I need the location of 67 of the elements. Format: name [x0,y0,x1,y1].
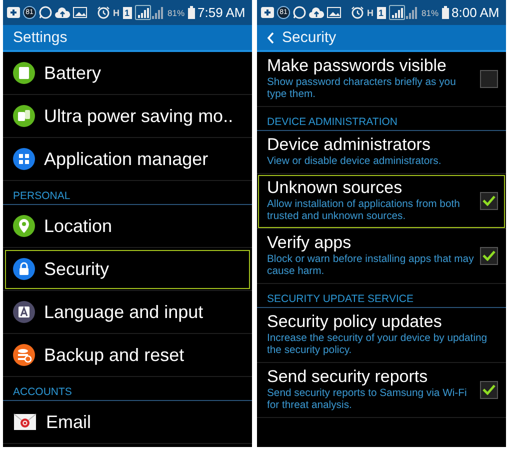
screen-title: Settings [13,29,68,46]
settings-item[interactable]: Backup and reset [3,334,252,377]
image-icon [73,7,87,18]
alarm-icon [97,6,110,19]
settings-item[interactable]: Make passwords visible Show password characters briefly as you type them. [257,52,506,107]
signal-icon [388,5,418,20]
setting-title: Send security reports [267,367,429,387]
setting-title: Device administrators [267,135,432,155]
settings-item[interactable]: Security policy updates Increase the security of your device by updating the security policy. [257,308,506,363]
checkbox[interactable] [480,192,498,210]
setting-summary: View or disable device administrators. [267,156,442,168]
settings-item[interactable]: Language and input [3,291,252,334]
setting-summary: Block or warn before installing apps that may cause harm. [267,254,474,278]
keyboard-letter-icon [13,301,35,323]
network-type: H [367,8,374,18]
setting-title: Security policy updates [267,312,443,332]
chat-icon [293,6,306,19]
battery-icon [188,6,195,19]
setting-summary: Show password characters briefly as you type them. [267,77,457,101]
cloud-upload-icon [55,7,70,18]
lock-icon [13,258,35,280]
backup-icon [13,344,35,366]
checkbox[interactable] [480,70,498,88]
section-header: ACCOUNTS [3,377,252,401]
setting-title: Verify apps [267,233,352,253]
setting-summary: Increase the security of your device by updating the security policy. [267,333,488,357]
settings-item[interactable]: Application manager [3,138,252,181]
settings-item[interactable]: Email [3,401,252,444]
section-header: SECURITY UPDATE SERVICE [257,284,506,308]
power-saving-icon [13,105,35,127]
battery-percent: 81% [422,8,439,18]
sim-indicator: 1 [122,6,132,18]
network-type: H [113,8,120,18]
battery-icon [13,62,35,84]
settings-item[interactable]: Ultra power saving mo.. [3,95,252,138]
screen-title: Security [282,29,336,46]
battery-icon [442,6,449,19]
settings-item[interactable]: Location [3,205,252,248]
setting-summary: Send security reports to Samsung via Wi-Fi for threat analysis. [267,388,468,412]
alarm-icon [351,6,364,19]
cloud-upload-icon [309,7,324,18]
add-icon [261,7,274,18]
clock: 8:00 AM [452,5,500,20]
location-pin-icon [13,215,35,237]
settings-item[interactable]: Unknown sources Allow installation of applications from both trusted and unknown sources. [257,174,506,229]
settings-item[interactable]: Security [3,248,252,291]
battery-percent: 81% [168,8,185,18]
envelope-icon [13,411,37,433]
grid-icon [13,148,35,170]
setting-title: Make passwords visible [267,56,448,76]
sim-indicator: 1 [376,6,386,18]
setting-title: Unknown sources [267,178,404,198]
setting-summary: Allow installation of applications from both trusted and unknown sources. [267,199,461,223]
add-icon [7,7,20,18]
image-icon [327,7,341,18]
settings-item[interactable]: Send security reports Send security reports to Samsung via Wi-Fi for threat analysis. [257,363,506,418]
settings-item[interactable]: Verify apps Block or warn before installing apps that may cause harm. [257,229,506,284]
settings-item[interactable]: Device administrators View or disable device administrators. [257,131,506,174]
clock: 7:59 AM [198,5,246,20]
section-header: DEVICE ADMINISTRATION [257,107,506,131]
checkbox[interactable] [480,380,498,398]
signal-icon [134,5,164,20]
checkbox[interactable] [480,246,498,264]
back-icon[interactable] [267,32,274,44]
settings-item[interactable]: Battery [3,52,252,95]
chat-icon [39,6,52,19]
section-header: PERSONAL [3,181,252,205]
